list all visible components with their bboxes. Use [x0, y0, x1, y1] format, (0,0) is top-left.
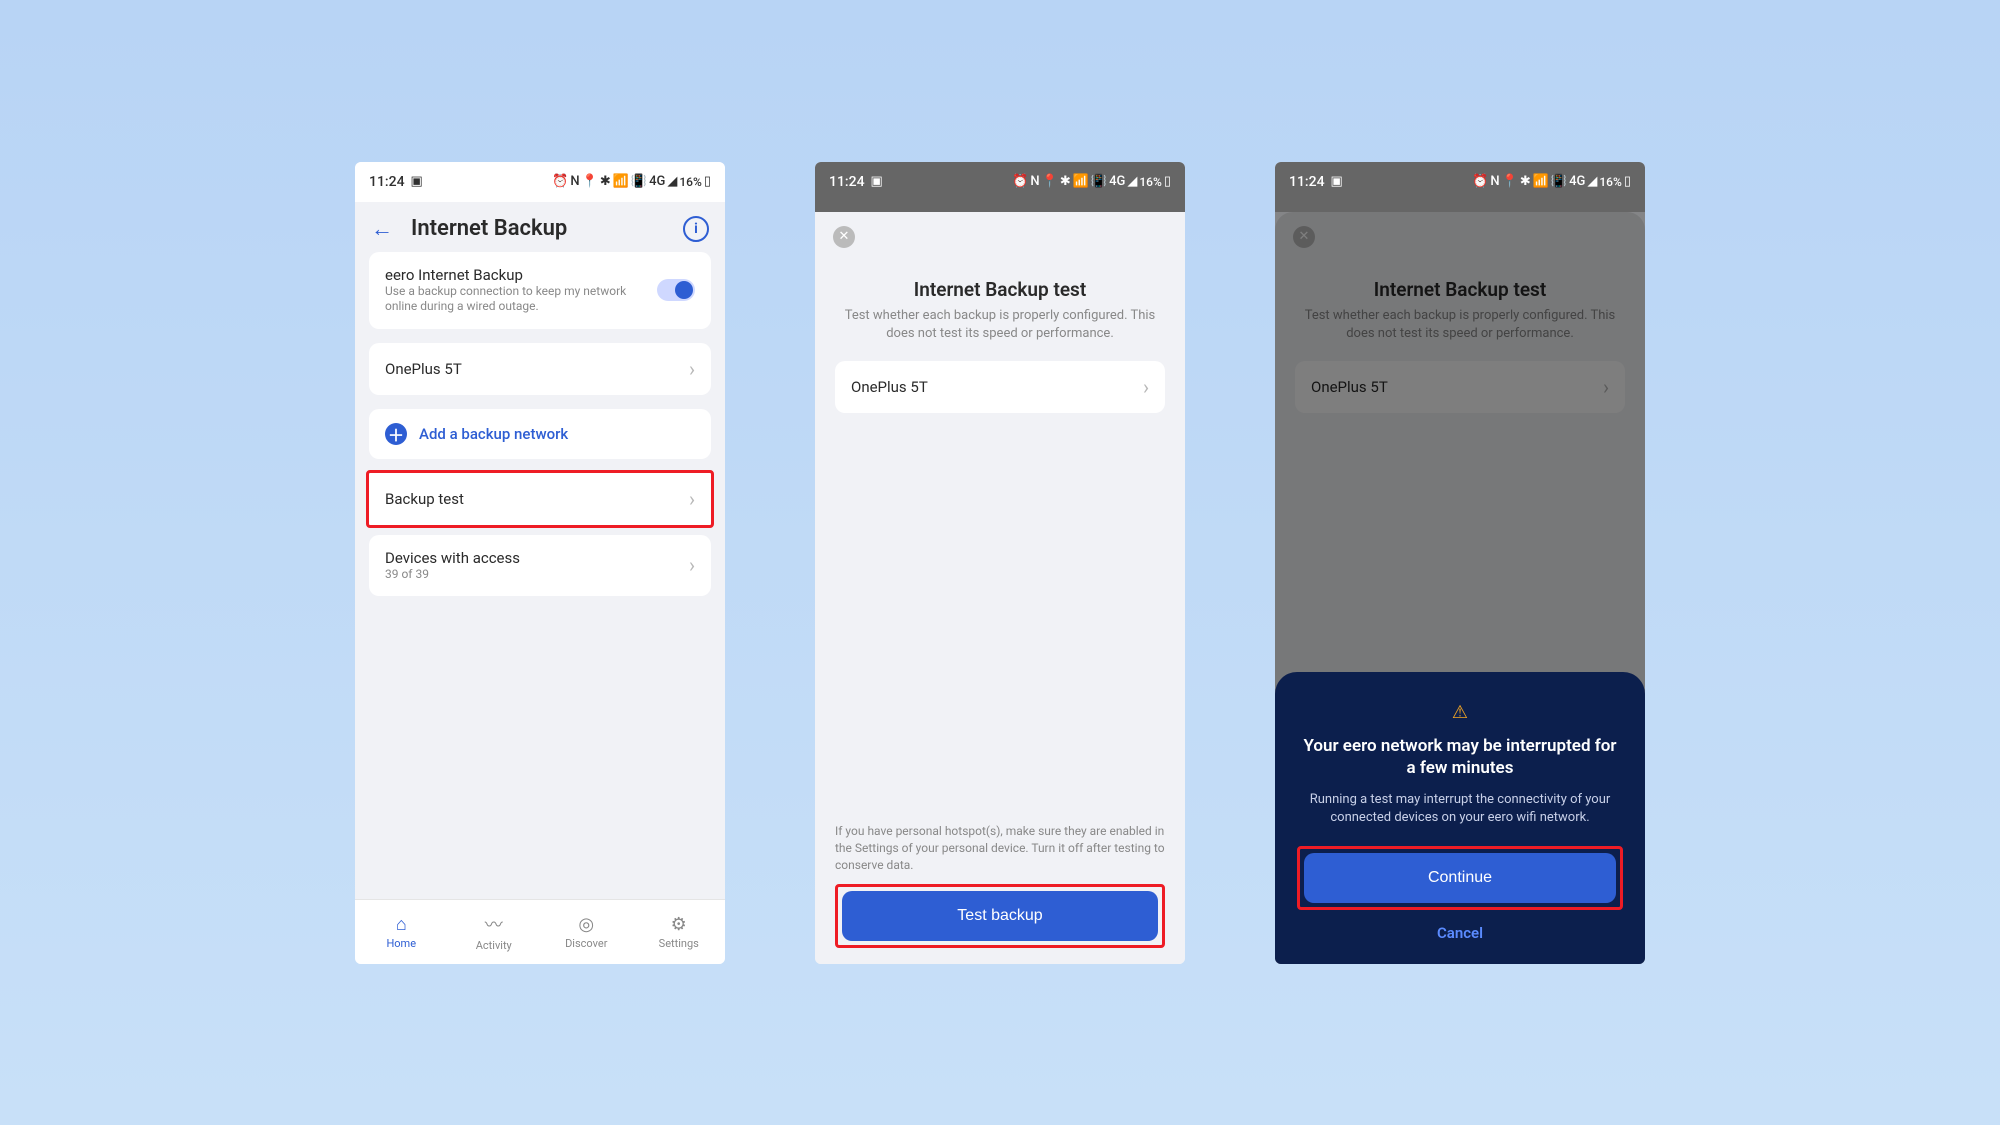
devices-with-access-row[interactable]: Devices with access 39 of 39 ›: [369, 535, 711, 597]
backup-test-label: Backup test: [385, 490, 677, 508]
location-icon: 📍: [1042, 174, 1058, 189]
add-backup-label: Add a backup network: [419, 425, 568, 443]
backup-network-item[interactable]: OnePlus 5T ›: [369, 343, 711, 395]
signal-icon: ◢: [1127, 174, 1137, 189]
screen-confirm-dialog: 11:24 ▣ ⏰ N 📍 ✱ 📶 📳 4G ◢ 16% ▯ ✕ Interne…: [1275, 162, 1645, 964]
backup-network-item[interactable]: OnePlus 5T ›: [835, 361, 1165, 413]
signal-icon: ◢: [667, 174, 677, 189]
confirm-dialog: ⚠ Your eero network may be interrupted f…: [1275, 672, 1645, 964]
battery-icon: ▯: [704, 174, 711, 189]
battery-text: 16%: [1599, 175, 1621, 189]
backup-test-row[interactable]: Backup test ›: [369, 473, 711, 525]
hotspot-hint: If you have personal hotspot(s), make su…: [835, 823, 1165, 873]
nav-discover[interactable]: ◎ Discover: [540, 900, 633, 964]
content: eero Internet Backup Use a backup connec…: [355, 252, 725, 899]
info-icon[interactable]: i: [683, 216, 709, 242]
discover-icon: ◎: [578, 914, 594, 935]
dialog-title: Your eero network may be interrupted for…: [1297, 735, 1623, 779]
sheet-title: Internet Backup test: [835, 278, 1165, 301]
status-bar: 11:24 ▣ ⏰ N 📍 ✱ 📶 📳 4G ◢ 16% ▯: [1275, 162, 1645, 202]
eero-backup-title: eero Internet Backup: [385, 266, 645, 284]
bluetooth-icon: ✱: [1520, 174, 1531, 189]
lte-icon: 4G: [1569, 174, 1585, 189]
location-icon: 📍: [582, 174, 598, 189]
nfc-icon: N: [1030, 174, 1039, 189]
status-time: 11:24: [1289, 174, 1325, 190]
battery-icon: ▯: [1164, 174, 1171, 189]
devices-subtitle: 39 of 39: [385, 567, 677, 583]
nav-home[interactable]: ⌂ Home: [355, 900, 448, 964]
backup-network-name: OnePlus 5T: [385, 360, 677, 378]
picture-icon: ▣: [411, 174, 423, 189]
sheet-desc: Test whether each backup is properly con…: [835, 307, 1165, 343]
wifi-icon: 📶: [1073, 174, 1089, 189]
nav-settings[interactable]: ⚙ Settings: [633, 900, 726, 964]
bluetooth-icon: ✱: [600, 174, 611, 189]
screen-internet-backup: 11:24 ▣ ⏰ N 📍 ✱ 📶 📳 4G ◢ 16% ▯ ← Interne…: [355, 162, 725, 964]
alarm-icon: ⏰: [1472, 174, 1488, 189]
lte-icon: 4G: [1109, 174, 1125, 189]
settings-icon: ⚙: [671, 914, 687, 935]
signal-icon: ◢: [1587, 174, 1597, 189]
devices-title: Devices with access: [385, 549, 677, 567]
wifi-icon: 📶: [613, 174, 629, 189]
backup-toggle[interactable]: [657, 279, 695, 301]
eero-backup-card[interactable]: eero Internet Backup Use a backup connec…: [369, 252, 711, 329]
status-time: 11:24: [829, 174, 865, 190]
lte-icon: 4G: [649, 174, 665, 189]
status-bar: 11:24 ▣ ⏰ N 📍 ✱ 📶 📳 4G ◢ 16% ▯: [355, 162, 725, 202]
vibrate-icon: 📳: [631, 174, 647, 189]
wifi-icon: 📶: [1533, 174, 1549, 189]
nav-activity[interactable]: 〰 Activity: [448, 900, 541, 964]
location-icon: 📍: [1502, 174, 1518, 189]
add-backup-network[interactable]: ＋ Add a backup network: [369, 409, 711, 459]
dialog-desc: Running a test may interrupt the connect…: [1297, 791, 1623, 827]
cancel-button[interactable]: Cancel: [1297, 924, 1623, 942]
status-time: 11:24: [369, 174, 405, 190]
warning-icon: ⚠: [1297, 702, 1623, 723]
modal-sheet: ✕ Internet Backup test Test whether each…: [815, 212, 1185, 964]
picture-icon: ▣: [1331, 174, 1343, 189]
back-arrow-icon[interactable]: ←: [371, 216, 393, 242]
plus-icon: ＋: [385, 423, 407, 445]
screen-backup-test-sheet: 11:24 ▣ ⏰ N 📍 ✱ 📶 📳 4G ◢ 16% ▯ ✕ Interne…: [815, 162, 1185, 964]
battery-icon: ▯: [1624, 174, 1631, 189]
eero-backup-subtitle: Use a backup connection to keep my netwo…: [385, 284, 645, 315]
vibrate-icon: 📳: [1091, 174, 1107, 189]
continue-button[interactable]: Continue: [1304, 853, 1616, 903]
page-title: Internet Backup: [411, 216, 665, 241]
chevron-right-icon: ›: [689, 487, 695, 511]
bottom-nav: ⌂ Home 〰 Activity ◎ Discover ⚙ Settings: [355, 899, 725, 964]
test-backup-button[interactable]: Test backup: [842, 891, 1158, 941]
backup-network-name: OnePlus 5T: [851, 378, 1131, 396]
status-bar: 11:24 ▣ ⏰ N 📍 ✱ 📶 📳 4G ◢ 16% ▯: [815, 162, 1185, 202]
alarm-icon: ⏰: [1012, 174, 1028, 189]
battery-text: 16%: [679, 175, 701, 189]
app-header: ← Internet Backup i: [355, 202, 725, 252]
activity-icon: 〰: [485, 911, 503, 937]
bluetooth-icon: ✱: [1060, 174, 1071, 189]
alarm-icon: ⏰: [552, 174, 568, 189]
battery-text: 16%: [1139, 175, 1161, 189]
nfc-icon: N: [570, 174, 579, 189]
chevron-right-icon: ›: [1143, 375, 1149, 399]
highlight-continue-button: Continue: [1297, 846, 1623, 910]
close-icon[interactable]: ✕: [833, 226, 855, 248]
highlight-backup-test: Backup test ›: [366, 470, 714, 528]
chevron-right-icon: ›: [689, 357, 695, 381]
highlight-test-button: Test backup: [835, 884, 1165, 948]
chevron-right-icon: ›: [689, 553, 695, 577]
picture-icon: ▣: [871, 174, 883, 189]
vibrate-icon: 📳: [1551, 174, 1567, 189]
nfc-icon: N: [1490, 174, 1499, 189]
home-icon: ⌂: [396, 914, 407, 935]
